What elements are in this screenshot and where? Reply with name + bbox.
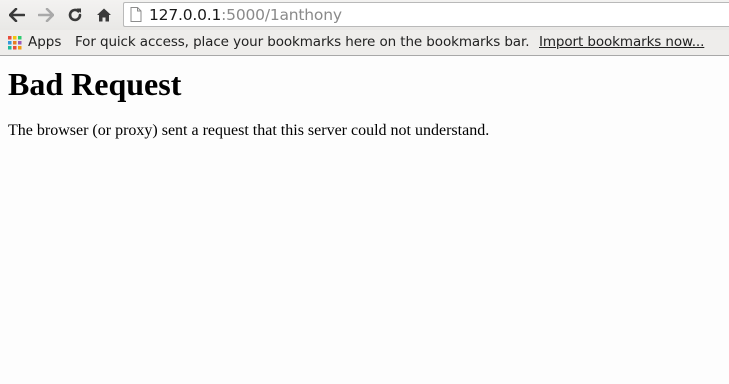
apps-grid-square	[13, 46, 17, 50]
apps-grid-square	[18, 46, 22, 50]
arrow-right-icon	[38, 8, 54, 22]
bookmarks-hint-text: For quick access, place your bookmarks h…	[75, 34, 530, 50]
back-button[interactable]	[6, 4, 28, 26]
url-text[interactable]: 127.0.0.1:5000/1anthony	[149, 5, 342, 25]
apps-grid-square	[8, 36, 12, 40]
browser-toolbar: 127.0.0.1:5000/1anthony	[0, 0, 729, 30]
page-title: Bad Request	[8, 66, 182, 102]
apps-grid-square	[8, 41, 12, 45]
arrow-left-icon	[9, 8, 25, 22]
apps-grid-square	[8, 46, 12, 50]
apps-grid-square	[13, 36, 17, 40]
forward-button[interactable]	[35, 4, 57, 26]
error-message: The browser (or proxy) sent a request th…	[8, 122, 490, 139]
url-host: 127.0.0.1	[149, 6, 222, 24]
apps-grid-icon[interactable]	[8, 36, 22, 50]
apps-button[interactable]: Apps	[28, 34, 61, 50]
reload-icon	[68, 8, 82, 22]
apps-grid-square	[18, 36, 22, 40]
import-bookmarks-link[interactable]: Import bookmarks now...	[539, 34, 704, 50]
apps-grid-square	[13, 41, 17, 45]
page-content: Bad Request The browser (or proxy) sent …	[0, 57, 729, 384]
bookmarks-bar: Apps For quick access, place your bookma…	[0, 30, 729, 56]
url-path: :5000/1anthony	[221, 6, 342, 24]
reload-button[interactable]	[64, 4, 86, 26]
home-icon	[97, 8, 111, 22]
apps-grid-square	[18, 41, 22, 45]
home-button[interactable]	[93, 4, 115, 26]
page-icon	[130, 7, 142, 22]
address-bar[interactable]: 127.0.0.1:5000/1anthony	[123, 2, 729, 27]
